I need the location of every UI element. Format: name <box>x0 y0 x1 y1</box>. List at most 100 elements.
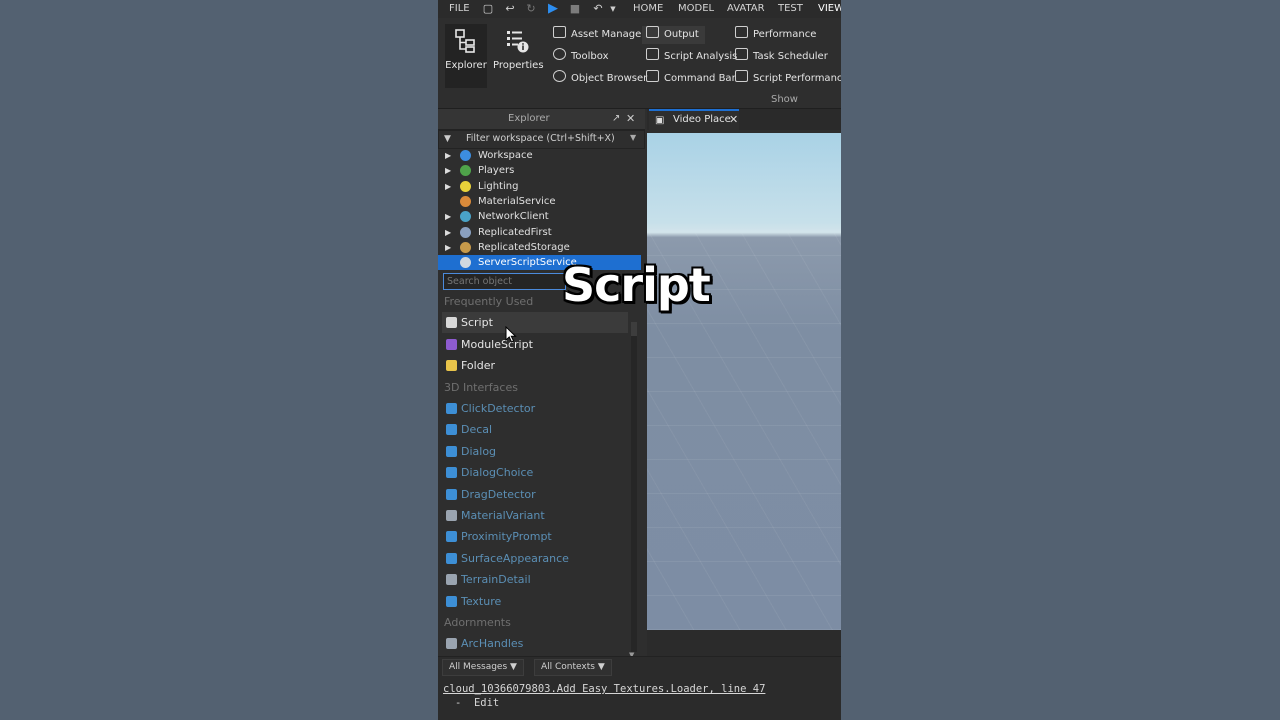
workspace-icon <box>460 150 471 161</box>
scrollbar-track[interactable] <box>631 322 637 652</box>
message-filter-select[interactable]: All Messages ▼ <box>442 659 524 676</box>
output-panel: All Messages ▼ All Contexts ▼ cloud_1036… <box>438 656 841 720</box>
close-icon[interactable]: ✕ <box>626 112 635 125</box>
explorer-title: Explorer <box>508 113 550 124</box>
context-filter-select[interactable]: All Contexts ▼ <box>534 659 612 676</box>
tab-video-place[interactable]: ▣ Video Place ✕ <box>649 109 739 132</box>
proximityprompt-icon <box>446 531 457 543</box>
expand-arrow-icon[interactable]: ▶ <box>445 209 451 224</box>
section-interfaces: 3D Interfaces <box>444 380 518 394</box>
expand-arrow-icon[interactable]: ▶ <box>445 148 451 163</box>
filter-icon: ▼ <box>444 134 451 144</box>
folder-icon <box>446 360 457 372</box>
command-bar-button[interactable]: Command Bar <box>646 70 736 88</box>
play-icon[interactable]: ▶ <box>546 2 560 16</box>
toolbox-icon <box>553 48 566 60</box>
insert-item-label: TerrainDetail <box>461 573 531 587</box>
tree-item-workspace[interactable]: ▶ Workspace <box>438 148 641 163</box>
redo-icon[interactable]: ↻ <box>524 2 538 16</box>
asset-manager-button[interactable]: Asset Manager <box>553 26 645 44</box>
expand-arrow-icon[interactable]: ▶ <box>445 179 451 194</box>
insert-item-materialvariant[interactable]: MaterialVariant <box>442 505 628 526</box>
output-icon <box>646 26 659 38</box>
tab-close-icon[interactable]: ✕ <box>729 113 738 126</box>
tree-item-replicatedstorage[interactable]: ▶ ReplicatedStorage <box>438 240 641 255</box>
insert-item-modulescript[interactable]: ModuleScript <box>442 334 628 355</box>
open-file-icon[interactable]: ↩ <box>503 2 517 16</box>
section-adornments: Adornments <box>444 616 511 629</box>
insert-item-dialogchoice[interactable]: DialogChoice <box>442 462 628 483</box>
insert-object-menu: Search object Frequently Used Script Modul… <box>438 270 645 665</box>
tree-item-replicatedfirst[interactable]: ▶ ReplicatedFirst <box>438 225 641 240</box>
insert-item-surfaceappearance[interactable]: SurfaceAppearance <box>442 548 628 569</box>
output-source-link[interactable]: cloud_10366079803.Add Easy Textures.Load… <box>443 683 765 695</box>
context-filter-label: All Contexts <box>541 662 595 672</box>
undock-icon[interactable]: ↗ <box>612 113 620 124</box>
insert-item-script[interactable]: Script <box>442 312 628 334</box>
message-filter-label: All Messages <box>449 662 508 672</box>
output-button[interactable]: Output <box>642 26 705 44</box>
left-backdrop <box>0 0 438 720</box>
insert-item-label: ModuleScript <box>461 337 533 351</box>
file-menu[interactable]: FILE <box>449 3 470 14</box>
modulescript-icon <box>446 338 457 350</box>
tree-item-players[interactable]: ▶ Players <box>438 163 641 178</box>
scrollbar-thumb[interactable] <box>631 322 637 336</box>
tab-view[interactable]: VIEW <box>818 3 841 14</box>
tree-item-networkclient[interactable]: ▶ NetworkClient <box>438 209 641 224</box>
stop-icon[interactable]: ■ <box>568 2 582 16</box>
tab-model[interactable]: MODEL <box>678 3 714 14</box>
insert-item-dialog[interactable]: Dialog <box>442 441 628 462</box>
script-performance-button[interactable]: Script Performance <box>735 70 841 88</box>
undo-dropdown-icon[interactable]: ▼ <box>606 2 620 16</box>
insert-item-dragdetector[interactable]: DragDetector <box>442 484 628 505</box>
script-analysis-button[interactable]: Script Analysis <box>646 48 737 66</box>
video-caption: Script <box>562 258 711 312</box>
task-scheduler-icon <box>735 48 748 60</box>
expand-arrow-icon[interactable]: ▶ <box>445 225 451 240</box>
task-scheduler-button[interactable]: Task Scheduler <box>735 48 828 66</box>
properties-button[interactable]: Properties <box>493 24 544 88</box>
insert-item-label: Decal <box>461 423 493 437</box>
script-performance-label: Script Performance <box>753 73 841 84</box>
tree-item-lighting[interactable]: ▶ Lighting <box>438 179 641 194</box>
texture-icon <box>446 595 457 607</box>
insert-item-decal[interactable]: Decal <box>442 419 628 440</box>
chevron-down-icon[interactable]: ▼ <box>630 133 636 142</box>
undo-icon[interactable]: ↶ <box>591 2 605 16</box>
explorer-button[interactable]: Explorer <box>445 24 487 88</box>
insert-item-terraindetail[interactable]: TerrainDetail <box>442 569 628 590</box>
insert-item-clickdetector[interactable]: ClickDetector <box>442 398 628 419</box>
section-frequent: Frequently Used <box>444 295 534 308</box>
toolbox-button[interactable]: Toolbox <box>553 48 609 66</box>
tab-test[interactable]: TEST <box>778 3 803 14</box>
properties-icon <box>507 31 529 53</box>
object-browser-button[interactable]: Object Browser <box>553 70 647 88</box>
tree-item-materialservice[interactable]: MaterialService <box>438 194 641 209</box>
insert-item-archandles[interactable]: ArcHandles <box>442 633 628 654</box>
3d-viewport[interactable] <box>647 133 841 630</box>
surfaceappearance-icon <box>446 552 457 564</box>
insert-item-label: ArcHandles <box>461 637 524 651</box>
insert-item-label: MaterialVariant <box>461 509 545 522</box>
insert-item-proximityprompt[interactable]: ProximityPrompt <box>442 526 628 547</box>
new-file-icon[interactable]: ▢ <box>481 2 495 16</box>
tab-home[interactable]: HOME <box>633 3 663 14</box>
tree-item-label: NetworkClient <box>478 211 549 223</box>
view-ribbon: Explorer Properties Asset Manager Toolbo… <box>438 18 841 109</box>
search-object-input[interactable]: Search object <box>443 273 566 290</box>
tab-avatar[interactable]: AVATAR <box>727 3 765 14</box>
clickdetector-icon <box>446 403 457 414</box>
object-browser-label: Object Browser <box>571 73 648 84</box>
performance-button[interactable]: Performance <box>735 26 816 44</box>
expand-arrow-icon[interactable]: ▶ <box>445 163 451 178</box>
right-backdrop <box>841 0 1280 720</box>
insert-item-folder[interactable]: Folder <box>442 355 628 376</box>
object-browser-icon <box>553 70 566 82</box>
script-icon <box>446 317 457 329</box>
menu-bar: FILE ▢ ↩ ↻ ▶ ■ ↶ ▼ HOME MODEL AVATAR TES… <box>438 0 841 18</box>
expand-arrow-icon[interactable]: ▶ <box>445 240 451 255</box>
insert-item-texture[interactable]: Texture <box>442 591 628 612</box>
filter-workspace-field[interactable]: ▼ Filter workspace (Ctrl+Shift+X) ▼ <box>438 130 645 149</box>
dialogchoice-icon <box>446 467 457 479</box>
